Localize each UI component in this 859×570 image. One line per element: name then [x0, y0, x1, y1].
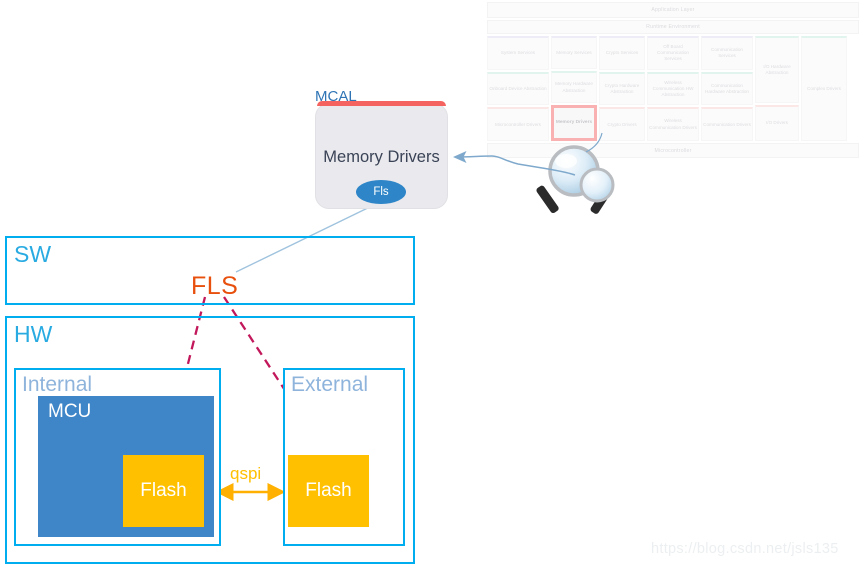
- autosar-cell: Crypto Services: [599, 36, 645, 70]
- mcal-title: MCAL: [315, 88, 357, 105]
- magnifier-icon: [534, 138, 644, 218]
- autosar-runtime-environment: Runtime Environment: [487, 20, 859, 34]
- autosar-column: Memory Services Memory Hardware Abstracti…: [551, 36, 597, 142]
- autosar-architecture-diagram: Application Layer Runtime Environment Sy…: [487, 0, 859, 160]
- autosar-runtime-environment-label: Runtime Environment: [646, 24, 700, 30]
- autosar-column: Complex Drivers: [801, 36, 847, 141]
- external-flash-block: Flash: [288, 455, 369, 527]
- autosar-cell: Communication Hardware Abstraction: [701, 71, 753, 106]
- autosar-cell: Memory Hardware Abstraction: [551, 70, 597, 104]
- autosar-cell: Complex Drivers: [801, 36, 847, 141]
- autosar-column: Crypto Services Crypto Hardware Abstracti…: [599, 36, 645, 142]
- autosar-cell: Wireless Communication Drivers: [647, 107, 699, 142]
- fls-driver-label: FLS: [191, 272, 239, 300]
- autosar-column: System Services Onboard Device Abstractio…: [487, 36, 549, 142]
- hw-layer-label: HW: [14, 321, 53, 347]
- autosar-cell: Crypto Hardware Abstraction: [599, 71, 645, 106]
- autosar-column: Communication Services Communication Hard…: [701, 36, 753, 142]
- autosar-cell: Crypto Drivers: [599, 107, 645, 142]
- autosar-cell: Off Board Communication Services: [647, 36, 699, 70]
- qspi-bus-label: qspi: [230, 464, 262, 483]
- autosar-cell: Wireless Communication HW Abstraction: [647, 71, 699, 106]
- autosar-cell: Communication Services: [701, 36, 753, 70]
- autosar-cell: Onboard Device Abstraction: [487, 71, 549, 106]
- autosar-cell: I/O Drivers: [755, 105, 799, 141]
- internal-flash-block: Flash: [123, 455, 204, 527]
- autosar-microcontroller-label: Microcontroller: [654, 147, 692, 154]
- internal-label: Internal: [22, 373, 93, 396]
- autosar-application-layer-label: Application Layer: [651, 7, 695, 13]
- watermark: https://blog.csdn.net/jsls135: [651, 541, 839, 557]
- sw-layer-label: SW: [14, 241, 52, 267]
- autosar-cell: Communication Drivers: [701, 107, 753, 142]
- autosar-basic-software-stack: System Services Onboard Device Abstractio…: [487, 36, 859, 142]
- autosar-cell: I/O Hardware Abstraction: [755, 36, 799, 103]
- external-label: External: [291, 373, 369, 396]
- autosar-application-layer: Application Layer: [487, 2, 859, 18]
- autosar-cell: Memory Services: [551, 36, 597, 69]
- autosar-cell: System Services: [487, 36, 549, 70]
- autosar-cell-highlighted: Memory Drivers: [551, 105, 597, 142]
- autosar-column: I/O Hardware Abstraction I/O Drivers: [755, 36, 799, 141]
- mcu-label: MCU: [48, 401, 92, 422]
- fls-api-badge: Fls: [356, 180, 406, 204]
- autosar-column: Off Board Communication Services Wireless…: [647, 36, 699, 142]
- memory-drivers-label: Memory Drivers: [323, 148, 440, 166]
- autosar-cell: Microcontroller Drivers: [487, 107, 549, 142]
